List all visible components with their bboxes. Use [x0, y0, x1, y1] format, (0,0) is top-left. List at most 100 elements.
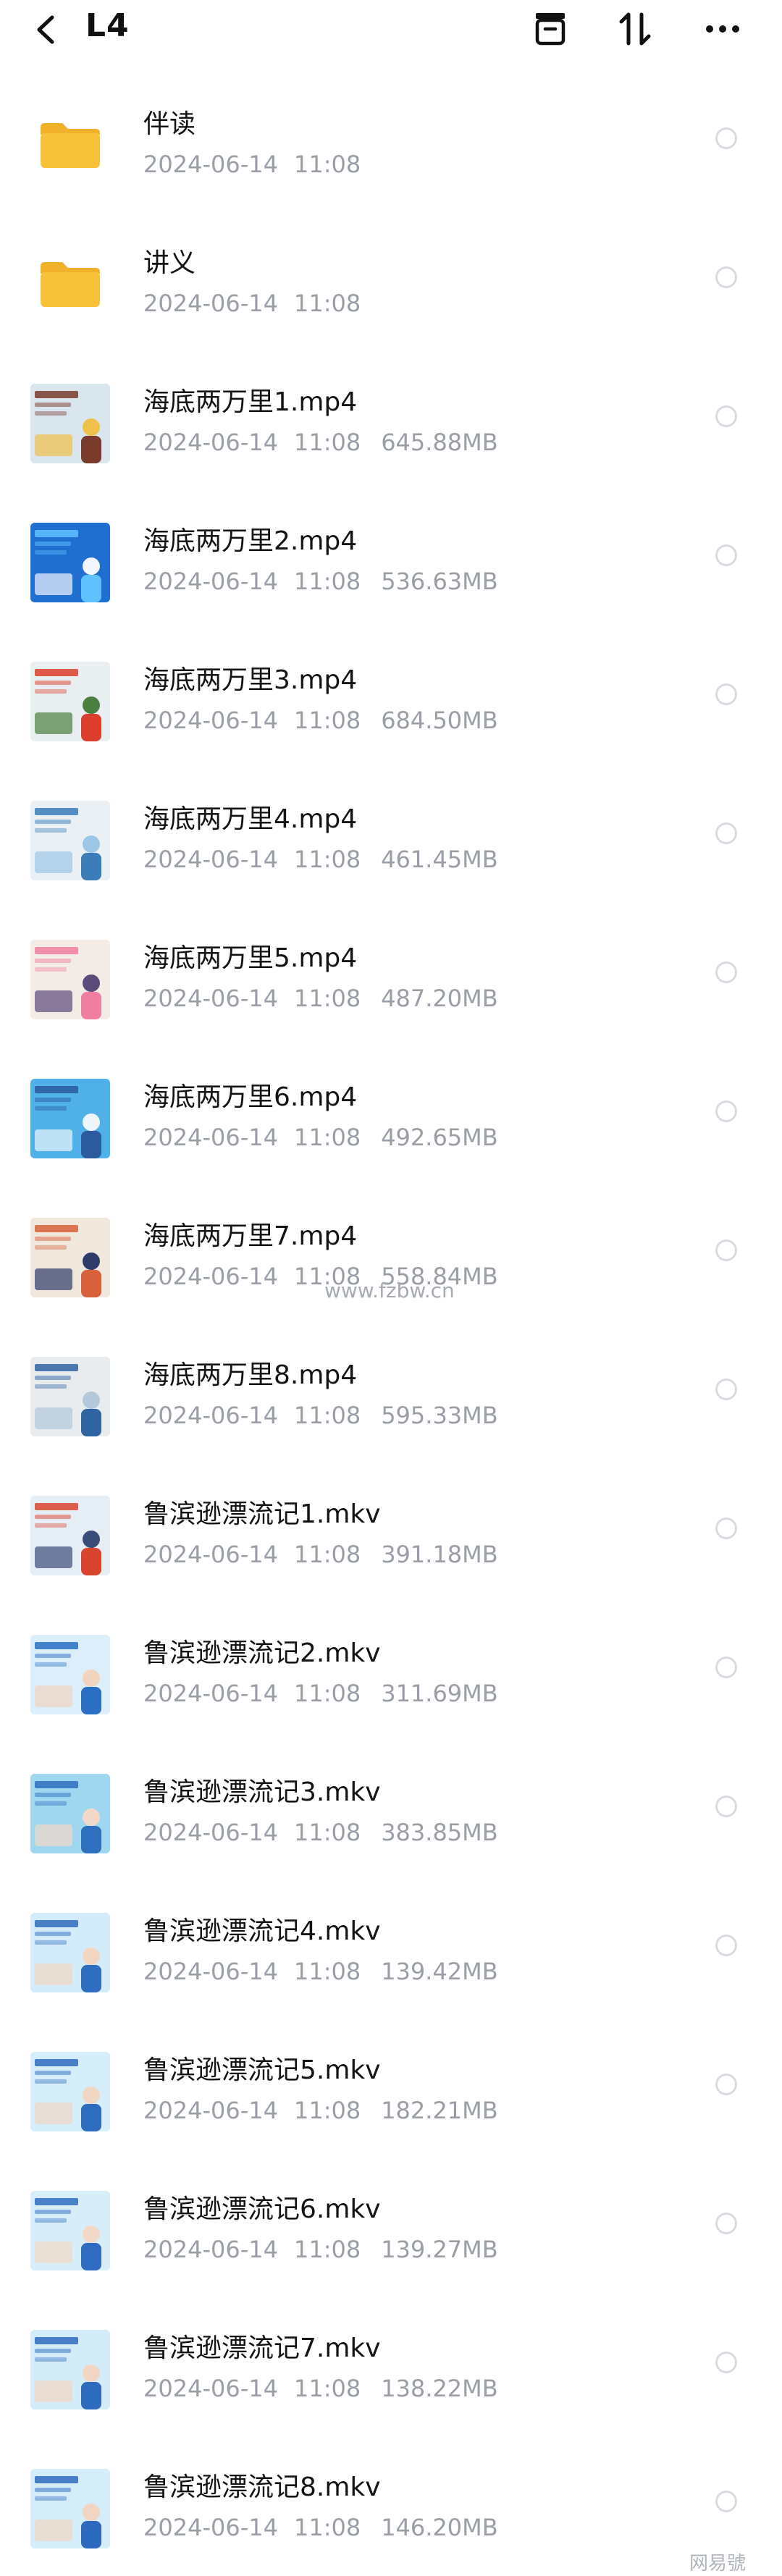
file-name: 鲁滨逊漂流记1.mkv — [143, 1499, 381, 1529]
select-radio[interactable] — [715, 2213, 737, 2234]
select-radio[interactable] — [715, 544, 737, 566]
select-radio[interactable] — [715, 1379, 737, 1400]
archive-box-icon[interactable] — [529, 9, 572, 49]
file-time: 11:08 — [293, 985, 361, 1012]
file-time: 11:08 — [293, 846, 361, 873]
file-size: 684.50MB — [381, 707, 498, 734]
file-date: 2024-06-14 — [143, 1680, 278, 1707]
video-thumbnail — [30, 662, 110, 741]
file-size: 391.18MB — [381, 1541, 498, 1568]
select-radio[interactable] — [715, 266, 737, 288]
file-meta: 2024-06-14 11:08 461.45MB — [143, 846, 498, 873]
file-name: 鲁滨逊漂流记3.mkv — [143, 1777, 381, 1807]
file-row[interactable]: 海底两万里8.mp4 2024-06-14 11:08 595.33MB — [0, 1322, 782, 1461]
file-row[interactable]: 讲义 2024-06-14 11:08 — [0, 210, 782, 349]
file-date: 2024-06-14 — [143, 707, 278, 734]
file-row[interactable]: 鲁滨逊漂流记6.mkv 2024-06-14 11:08 139.27MB — [0, 2156, 782, 2295]
file-name: 海底两万里6.mp4 — [143, 1082, 358, 1112]
file-row[interactable]: 海底两万里2.mp4 2024-06-14 11:08 536.63MB — [0, 488, 782, 627]
file-date: 2024-06-14 — [143, 2097, 278, 2124]
chevron-left-icon[interactable] — [32, 13, 61, 46]
select-radio[interactable] — [715, 2491, 737, 2512]
file-size: 139.42MB — [381, 1958, 498, 1985]
file-time: 11:08 — [293, 1124, 361, 1151]
file-name: 海底两万里3.mp4 — [143, 665, 358, 695]
file-row[interactable]: 伴读 2024-06-14 11:08 — [0, 71, 782, 210]
file-size: 487.20MB — [381, 985, 498, 1012]
select-radio[interactable] — [715, 822, 737, 844]
select-radio[interactable] — [715, 2352, 737, 2373]
file-row[interactable]: 海底两万里1.mp4 2024-06-14 11:08 645.88MB — [0, 349, 782, 488]
file-row[interactable]: 鲁滨逊漂流记3.mkv 2024-06-14 11:08 383.85MB — [0, 1739, 782, 1878]
file-time: 11:08 — [293, 429, 361, 456]
file-time: 11:08 — [293, 2375, 361, 2402]
file-meta: 2024-06-14 11:08 383.85MB — [143, 1819, 498, 1846]
file-date: 2024-06-14 — [143, 151, 278, 178]
select-radio[interactable] — [715, 1935, 737, 1956]
file-meta: 2024-06-14 11:08 684.50MB — [143, 707, 498, 734]
select-radio[interactable] — [715, 405, 737, 427]
select-radio[interactable] — [715, 1657, 737, 1678]
file-meta: 2024-06-14 11:08 492.65MB — [143, 1124, 498, 1151]
file-meta: 2024-06-14 11:08 595.33MB — [143, 1402, 498, 1429]
file-date: 2024-06-14 — [143, 846, 278, 873]
select-radio[interactable] — [715, 961, 737, 983]
select-radio[interactable] — [715, 2074, 737, 2095]
video-thumbnail — [30, 1913, 110, 1992]
file-name: 鲁滨逊漂流记4.mkv — [143, 1916, 381, 1946]
file-row[interactable]: 鲁滨逊漂流记5.mkv 2024-06-14 11:08 182.21MB — [0, 2017, 782, 2156]
file-time: 11:08 — [293, 1402, 361, 1429]
select-radio[interactable] — [715, 1239, 737, 1261]
file-meta: 2024-06-14 11:08 487.20MB — [143, 985, 498, 1012]
file-row[interactable]: 海底两万里3.mp4 2024-06-14 11:08 684.50MB — [0, 627, 782, 766]
file-row[interactable]: 海底两万里4.mp4 2024-06-14 11:08 461.45MB — [0, 766, 782, 905]
video-thumbnail — [30, 2469, 110, 2548]
file-name: 海底两万里7.mp4 — [143, 1221, 358, 1251]
file-name: 海底两万里1.mp4 — [143, 387, 358, 417]
select-radio[interactable] — [715, 683, 737, 705]
file-row[interactable]: 鲁滨逊漂流记1.mkv 2024-06-14 11:08 391.18MB — [0, 1461, 782, 1600]
file-name: 鲁滨逊漂流记6.mkv — [143, 2194, 381, 2224]
file-row[interactable]: 海底两万里6.mp4 2024-06-14 11:08 492.65MB — [0, 1044, 782, 1183]
file-meta: 2024-06-14 11:08 139.42MB — [143, 1958, 498, 1985]
file-row[interactable]: 海底两万里5.mp4 2024-06-14 11:08 487.20MB — [0, 905, 782, 1044]
corner-watermark: 网易號 — [689, 2553, 747, 2575]
file-meta: 2024-06-14 11:08 — [143, 151, 361, 178]
file-size: 139.27MB — [381, 2236, 498, 2263]
file-meta: 2024-06-14 11:08 138.22MB — [143, 2375, 498, 2402]
video-thumbnail — [30, 1496, 110, 1575]
file-row[interactable]: 鲁滨逊漂流记2.mkv 2024-06-14 11:08 311.69MB — [0, 1600, 782, 1739]
file-size: 146.20MB — [381, 2514, 498, 2541]
video-thumbnail — [30, 2191, 110, 2270]
video-thumbnail — [30, 801, 110, 880]
sort-arrows-icon[interactable] — [614, 9, 657, 49]
video-thumbnail — [30, 2052, 110, 2131]
file-row[interactable]: 鲁滨逊漂流记4.mkv 2024-06-14 11:08 139.42MB — [0, 1878, 782, 2017]
select-radio[interactable] — [715, 127, 737, 149]
file-time: 11:08 — [293, 568, 361, 595]
file-row[interactable]: 鲁滨逊漂流记8.mkv 2024-06-14 11:08 146.20MB — [0, 2434, 782, 2573]
file-time: 11:08 — [293, 1958, 361, 1985]
file-size: 645.88MB — [381, 429, 498, 456]
more-dots-icon[interactable] — [701, 9, 744, 49]
file-row[interactable]: 鲁滨逊漂流记7.mkv 2024-06-14 11:08 138.22MB — [0, 2295, 782, 2434]
file-name: 鲁滨逊漂流记2.mkv — [143, 1638, 381, 1668]
file-size: 182.21MB — [381, 2097, 498, 2124]
file-date: 2024-06-14 — [143, 1819, 278, 1846]
page-title: L4 — [85, 7, 130, 44]
file-name: 海底两万里2.mp4 — [143, 526, 358, 556]
video-thumbnail — [30, 1357, 110, 1436]
select-radio[interactable] — [715, 1518, 737, 1539]
file-time: 11:08 — [293, 151, 361, 178]
file-size: 536.63MB — [381, 568, 498, 595]
file-name: 鲁滨逊漂流记7.mkv — [143, 2333, 381, 2363]
file-size: 461.45MB — [381, 846, 498, 873]
select-radio[interactable] — [715, 1796, 737, 1817]
file-date: 2024-06-14 — [143, 985, 278, 1012]
file-date: 2024-06-14 — [143, 2236, 278, 2263]
video-thumbnail — [30, 2330, 110, 2409]
file-date: 2024-06-14 — [143, 429, 278, 456]
select-radio[interactable] — [715, 1100, 737, 1122]
file-date: 2024-06-14 — [143, 2514, 278, 2541]
file-time: 11:08 — [293, 1819, 361, 1846]
